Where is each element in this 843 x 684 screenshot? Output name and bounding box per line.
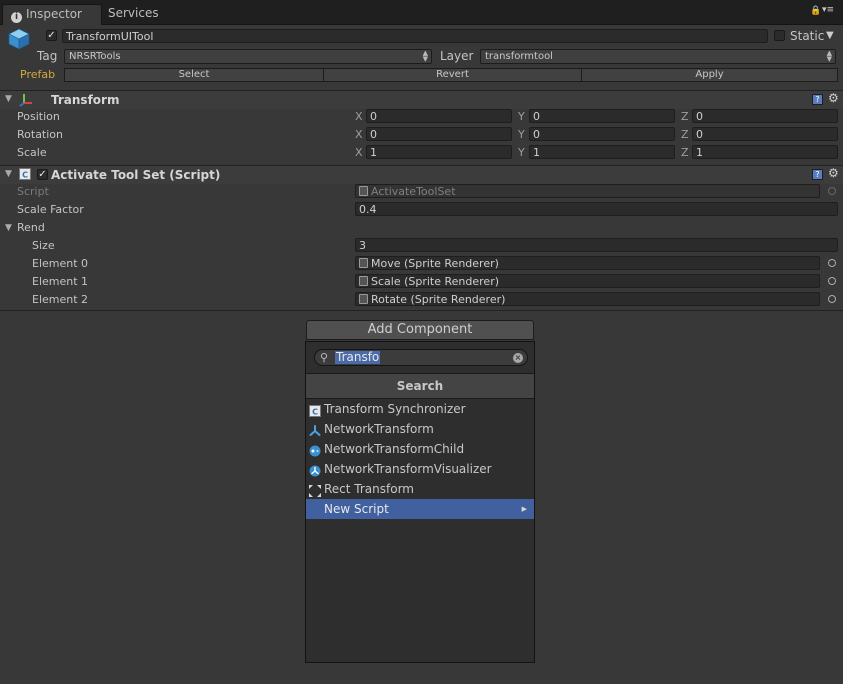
network-visualizer-icon — [309, 463, 321, 477]
position-y-field[interactable]: 0 — [529, 109, 675, 123]
scale-x-field[interactable]: 1 — [366, 145, 512, 159]
rotation-z-field[interactable]: 0 — [692, 127, 838, 141]
script-label: Script — [17, 185, 49, 198]
element-1-field[interactable]: Scale (Sprite Renderer) — [355, 274, 820, 288]
layer-dropdown[interactable]: transformtool ▲ ▼ — [480, 49, 836, 64]
tab-bar: i Inspector Services 🔒 ▾≡ — [0, 0, 843, 25]
tab-inspector[interactable]: i Inspector — [2, 4, 102, 25]
element-2-field[interactable]: Rotate (Sprite Renderer) — [355, 292, 820, 306]
tag-dropdown[interactable]: NRSRTools ▲ ▼ — [64, 49, 432, 64]
axis-x-label: X — [355, 128, 363, 141]
component-item[interactable]: C Transform Synchronizer — [306, 399, 534, 419]
axis-z-label: Z — [681, 128, 689, 141]
script-reference-field: ActivateToolSet — [355, 184, 820, 198]
scale-factor-field[interactable]: 0.4 — [355, 202, 838, 216]
object-picker-icon[interactable] — [828, 277, 836, 285]
axis-y-label: Y — [518, 146, 525, 159]
scale-y-field[interactable]: 1 — [529, 145, 675, 159]
sprite-renderer-icon — [359, 258, 368, 268]
position-z-field[interactable]: 0 — [692, 109, 838, 123]
network-transform-child-icon — [309, 443, 321, 457]
dropdown-arrows-icon: ▲ ▼ — [826, 49, 832, 63]
help-book-icon[interactable]: ? — [812, 169, 823, 180]
foldout-arrow-icon[interactable]: ▼ — [5, 223, 12, 233]
prefab-revert-button[interactable]: Revert — [323, 68, 582, 82]
object-picker-icon — [828, 187, 836, 195]
rotation-label: Rotation — [17, 128, 64, 141]
static-dropdown-icon[interactable]: ▼ — [826, 30, 834, 41]
foldout-arrow-icon[interactable]: ▼ — [5, 94, 12, 104]
gameobject-cube-icon — [7, 28, 31, 50]
scale-label: Scale — [17, 146, 47, 159]
divider — [0, 310, 843, 311]
position-x-field[interactable]: 0 — [366, 109, 512, 123]
info-icon: i — [11, 12, 22, 23]
svg-text:C: C — [312, 408, 318, 417]
gear-icon[interactable]: ⚙ — [828, 91, 839, 105]
element-2-label: Element 2 — [32, 293, 89, 306]
scale-z-field[interactable]: 1 — [692, 145, 838, 159]
component-item[interactable]: NetworkTransform — [306, 419, 534, 439]
axis-z-label: Z — [681, 110, 689, 123]
transform-axes-icon — [18, 91, 36, 107]
csharp-script-icon: C — [19, 168, 31, 180]
axis-z-label: Z — [681, 146, 689, 159]
script-component-title: Activate Tool Set (Script) — [51, 168, 221, 182]
new-script-item[interactable]: New Script ▶ — [306, 499, 534, 519]
element-0-field[interactable]: Move (Sprite Renderer) — [355, 256, 820, 270]
object-name-field[interactable]: TransformUITool — [62, 29, 768, 43]
tab-services[interactable]: Services — [100, 4, 167, 24]
lock-icon[interactable]: 🔒 — [810, 6, 821, 16]
component-item[interactable]: Rect Transform — [306, 479, 534, 499]
axis-x-label: X — [355, 146, 363, 159]
rotation-x-field[interactable]: 0 — [366, 127, 512, 141]
element-0-label: Element 0 — [32, 257, 89, 270]
script-enabled-checkbox[interactable]: ✓ — [37, 169, 48, 180]
network-transform-icon — [309, 423, 321, 436]
rotation-y-field[interactable]: 0 — [529, 127, 675, 141]
search-text: Transfo — [335, 350, 381, 364]
transform-title: Transform — [51, 93, 120, 107]
sprite-renderer-icon — [359, 276, 368, 286]
menu-icon[interactable]: ▾≡ — [822, 5, 834, 15]
add-component-button[interactable]: Add Component — [306, 320, 534, 340]
help-book-icon[interactable]: ? — [812, 94, 823, 105]
object-picker-icon[interactable] — [828, 295, 836, 303]
sprite-renderer-icon — [359, 294, 368, 304]
component-search-input[interactable]: ⚲ Transfo × — [314, 349, 528, 366]
active-checkbox[interactable]: ✓ — [46, 30, 57, 41]
foldout-arrow-icon[interactable]: ▼ — [5, 169, 12, 179]
static-label: Static — [790, 29, 825, 43]
component-item[interactable]: NetworkTransformChild — [306, 439, 534, 459]
dropdown-arrows-icon: ▲ ▼ — [422, 49, 428, 63]
position-label: Position — [17, 110, 60, 123]
axis-y-label: Y — [518, 128, 525, 141]
layer-label: Layer — [440, 49, 474, 63]
script-icon: C — [309, 403, 321, 417]
clear-search-icon[interactable]: × — [513, 353, 523, 363]
search-icon: ⚲ — [320, 351, 329, 364]
transform-header[interactable] — [0, 90, 843, 109]
size-field[interactable]: 3 — [355, 238, 838, 252]
prefab-label: Prefab — [20, 68, 56, 81]
component-item[interactable]: NetworkTransformVisualizer — [306, 459, 534, 479]
element-1-label: Element 1 — [32, 275, 89, 288]
svg-text:C: C — [22, 171, 28, 180]
gear-icon[interactable]: ⚙ — [828, 166, 839, 180]
object-picker-icon[interactable] — [828, 259, 836, 267]
prefab-apply-button[interactable]: Apply — [581, 68, 838, 82]
submenu-arrow-icon: ▶ — [521, 505, 527, 513]
script-file-icon — [359, 186, 368, 196]
prefab-select-button[interactable]: Select — [64, 68, 324, 82]
static-checkbox[interactable] — [774, 30, 785, 41]
scale-factor-label: Scale Factor — [17, 203, 84, 216]
rect-transform-icon — [309, 483, 321, 497]
axis-y-label: Y — [518, 110, 525, 123]
search-header: Search — [306, 373, 534, 399]
axis-x-label: X — [355, 110, 363, 123]
size-label: Size — [32, 239, 55, 252]
tag-label: Tag — [37, 49, 58, 63]
rend-label[interactable]: Rend — [17, 221, 45, 234]
